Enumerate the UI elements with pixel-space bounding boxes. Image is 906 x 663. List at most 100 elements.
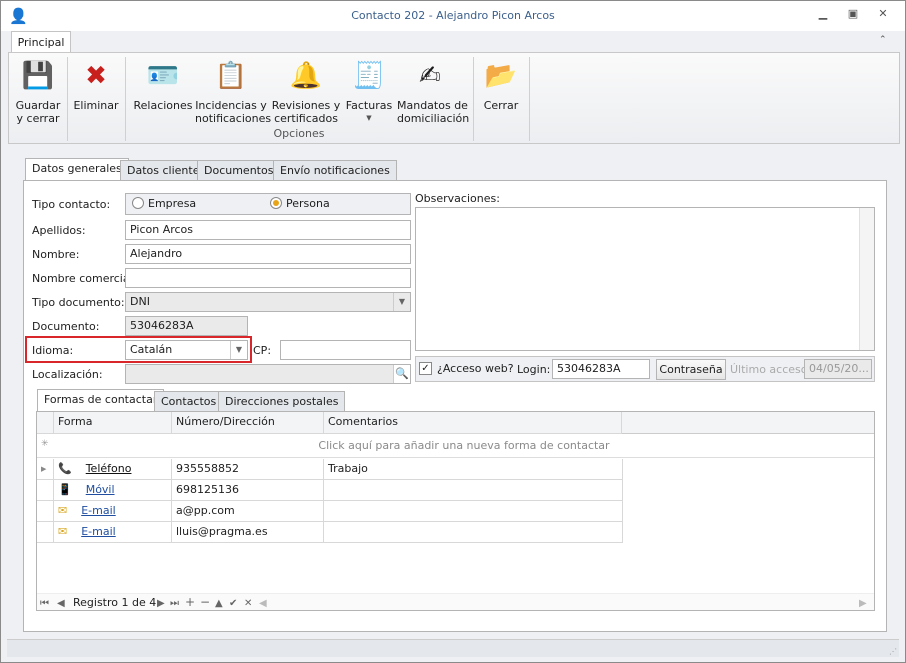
chevron-down-icon: ▼ <box>230 341 247 359</box>
tab-envio-notificaciones[interactable]: Envío notificaciones <box>273 160 397 181</box>
collapse-ribbon-icon[interactable]: ⌃ <box>879 35 887 45</box>
dropdown-arrow-icon: ▼ <box>366 114 372 122</box>
comentarios-cell[interactable] <box>324 480 623 501</box>
persona-label: Persona <box>286 197 330 210</box>
relations-button[interactable]: 🪪 Relaciones <box>133 59 193 113</box>
search-icon[interactable]: 🔍 <box>393 365 410 383</box>
mandates-button[interactable]: ✍ Mandatos de domiciliación <box>397 59 469 126</box>
asterisk-icon: ✳ <box>41 439 49 449</box>
tipo-documento-value: DNI <box>130 295 150 308</box>
maximize-button[interactable]: ▣ <box>843 7 863 23</box>
row-indicator <box>37 501 54 522</box>
table-row[interactable]: ▶ 📞 Teléfono 935558852 Trabajo <box>37 459 623 480</box>
nombre-input[interactable]: Alejandro <box>125 244 411 264</box>
cancel-icon[interactable]: ✕ <box>244 598 252 609</box>
idioma-select[interactable]: Catalán ▼ <box>125 340 248 360</box>
delete-record-icon[interactable]: − <box>200 595 210 609</box>
subtab-formas-contactar[interactable]: Formas de contactar <box>37 389 165 412</box>
numero-cell[interactable]: 935558852 <box>172 459 324 480</box>
comentarios-cell[interactable] <box>324 501 623 522</box>
forma-link[interactable]: Móvil <box>86 483 115 496</box>
resize-grip-icon[interactable]: ⋰ <box>889 647 897 656</box>
divider <box>473 57 474 141</box>
close-window-button[interactable]: ✕ <box>873 7 893 23</box>
radio-selected-icon <box>270 197 282 209</box>
envelope-icon: ✉ <box>58 525 68 538</box>
cp-input[interactable] <box>280 340 411 360</box>
record-counter: Registro 1 de 4 <box>73 596 157 609</box>
reviews-button[interactable]: 🔔 Revisiones y certificados <box>271 59 341 126</box>
close-label: Cerrar <box>483 99 519 112</box>
table-row[interactable]: ✉ E-mail a@pp.com <box>37 501 623 522</box>
column-header-comentarios[interactable]: Comentarios <box>324 412 622 434</box>
column-header-forma[interactable]: Forma <box>54 412 172 434</box>
invoices-label: Facturas <box>345 99 393 112</box>
scroll-right-icon[interactable]: ▶ <box>859 598 867 609</box>
radio-persona[interactable]: Persona <box>270 197 330 211</box>
prev-record-icon[interactable]: ◀ <box>57 598 65 609</box>
ultimo-acceso-input: 04/05/20... <box>804 359 872 379</box>
numero-cell[interactable]: a@pp.com <box>172 501 324 522</box>
add-record-icon[interactable]: + <box>185 595 195 609</box>
login-input[interactable]: 53046283A <box>552 359 650 379</box>
tab-datos-cliente[interactable]: Datos cliente <box>120 160 207 181</box>
localizacion-label: Localización: <box>32 368 103 381</box>
documento-input[interactable]: 53046283A <box>125 316 248 336</box>
save-close-button[interactable]: 💾 Guardar y cerrar <box>13 59 63 126</box>
forma-cell[interactable]: 📱 Móvil <box>54 480 172 501</box>
status-bar <box>7 639 899 657</box>
indicator-header <box>37 412 54 434</box>
close-button[interactable]: 📂 Cerrar <box>477 59 525 113</box>
delete-button[interactable]: ✖ Eliminar <box>71 59 121 113</box>
tipo-documento-select[interactable]: DNI ▼ <box>125 292 411 312</box>
minimize-button[interactable]: ▁ <box>813 7 833 23</box>
last-record-icon[interactable]: ⏭ <box>170 598 179 609</box>
chevron-down-icon: ▼ <box>393 293 410 311</box>
numero-cell[interactable]: 698125136 <box>172 480 324 501</box>
divider <box>529 57 530 141</box>
numero-cell[interactable]: lluis@pragma.es <box>172 522 324 543</box>
table-row[interactable]: 📱 Móvil 698125136 <box>37 480 623 501</box>
envelope-icon: ✉ <box>58 504 68 517</box>
invoices-dropdown-button[interactable]: 🧾 Facturas ▼ <box>343 59 395 125</box>
apellidos-input[interactable]: Picon Arcos <box>125 220 411 240</box>
idioma-label: Idioma: <box>32 344 74 357</box>
comentarios-cell[interactable]: Trabajo <box>324 459 623 480</box>
up-icon[interactable]: ▲ <box>215 598 223 609</box>
invoice-coins-icon: 🧾 <box>352 60 386 91</box>
first-record-icon[interactable]: ⏮ <box>40 598 49 609</box>
scroll-left-icon[interactable]: ◀ <box>259 598 267 609</box>
forma-link[interactable]: E-mail <box>81 525 116 538</box>
title-bar: 👤 Contacto 202 - Alejandro Picon Arcos ▁… <box>1 1 905 31</box>
acceso-web-checkbox[interactable]: ✓ <box>419 362 432 375</box>
observaciones-textarea[interactable] <box>415 207 875 351</box>
column-header-numero[interactable]: Número/Dirección <box>172 412 324 434</box>
subtab-direcciones-postales[interactable]: Direcciones postales <box>218 391 346 412</box>
observaciones-scrollbar[interactable] <box>859 208 874 350</box>
radio-empresa[interactable]: Empresa <box>132 197 196 211</box>
clipboard-check-icon: 📋 <box>214 60 248 91</box>
next-record-icon[interactable]: ▶ <box>157 598 165 609</box>
incidents-button[interactable]: 📋 Incidencias y notificaciones <box>195 59 271 126</box>
nombre-comercial-input[interactable] <box>125 268 411 288</box>
window-title: Contacto 202 - Alejandro Picon Arcos <box>351 9 555 22</box>
table-row[interactable]: ✉ E-mail lluis@pragma.es <box>37 522 623 543</box>
tab-datos-generales[interactable]: Datos generales <box>25 158 129 181</box>
forma-cell[interactable]: ✉ E-mail <box>54 522 172 543</box>
observaciones-label: Observaciones: <box>415 192 500 205</box>
password-button[interactable]: Contraseña <box>656 359 726 380</box>
tab-documentos[interactable]: Documentos <box>197 160 281 181</box>
subtab-contactos[interactable]: Contactos <box>154 391 224 412</box>
forma-link[interactable]: Teléfono <box>86 462 132 475</box>
forma-link[interactable]: E-mail <box>81 504 116 517</box>
localizacion-input[interactable]: 🔍 <box>125 364 411 384</box>
comentarios-cell[interactable] <box>324 522 623 543</box>
notebook-bell-icon: 🔔 <box>289 60 323 91</box>
ultimo-acceso-label: Último acceso: <box>730 363 812 376</box>
forma-cell[interactable]: 📞 Teléfono <box>54 459 172 480</box>
ribbon-tab-principal[interactable]: Principal <box>11 31 71 53</box>
new-row[interactable]: ✳ Click aquí para añadir una nueva forma… <box>37 434 874 458</box>
nombre-label: Nombre: <box>32 248 80 261</box>
forma-cell[interactable]: ✉ E-mail <box>54 501 172 522</box>
check-icon[interactable]: ✔ <box>229 598 237 609</box>
